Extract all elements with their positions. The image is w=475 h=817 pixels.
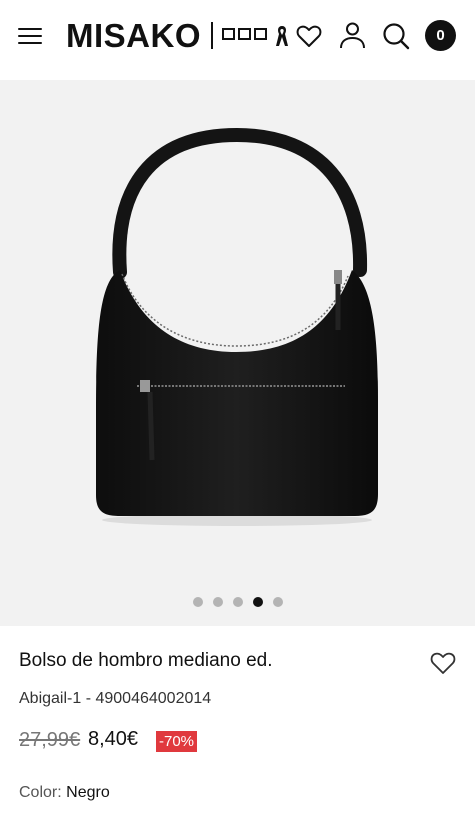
cart-count: 0	[436, 27, 445, 44]
awareness-ribbon-icon	[276, 26, 288, 46]
gallery-dot[interactable]	[232, 597, 243, 607]
product-gallery[interactable]	[0, 80, 475, 626]
user-icon[interactable]	[339, 21, 366, 50]
black-shoulder-bag	[96, 127, 378, 526]
gallery-dot-active[interactable]	[252, 597, 263, 607]
logo-divider	[211, 22, 213, 49]
product-reference: Abigail-1 - 4900464002014	[19, 690, 212, 707]
current-price: 8,40€	[88, 728, 139, 750]
color-value: Negro	[66, 784, 110, 801]
old-price: 27,99€	[19, 729, 81, 751]
logo-boxes-icon	[222, 28, 267, 40]
color-label: Color:	[19, 784, 62, 801]
site-header: MISAKO 0	[0, 0, 475, 80]
gallery-dot[interactable]	[272, 597, 283, 607]
wishlist-heart-icon[interactable]	[430, 651, 456, 675]
site-logo[interactable]: MISAKO	[66, 17, 201, 55]
discount-badge: -70%	[156, 731, 198, 752]
gallery-pagination	[0, 597, 475, 607]
color-selector: Color: Negro	[19, 784, 110, 802]
heart-icon[interactable]	[296, 24, 322, 48]
gallery-dot[interactable]	[192, 597, 203, 607]
menu-icon[interactable]	[18, 26, 43, 46]
product-title: Bolso de hombro mediano ed.	[19, 650, 273, 671]
cart-icon[interactable]: 0	[425, 20, 456, 51]
gallery-dot[interactable]	[212, 597, 223, 607]
search-icon[interactable]	[382, 22, 410, 50]
